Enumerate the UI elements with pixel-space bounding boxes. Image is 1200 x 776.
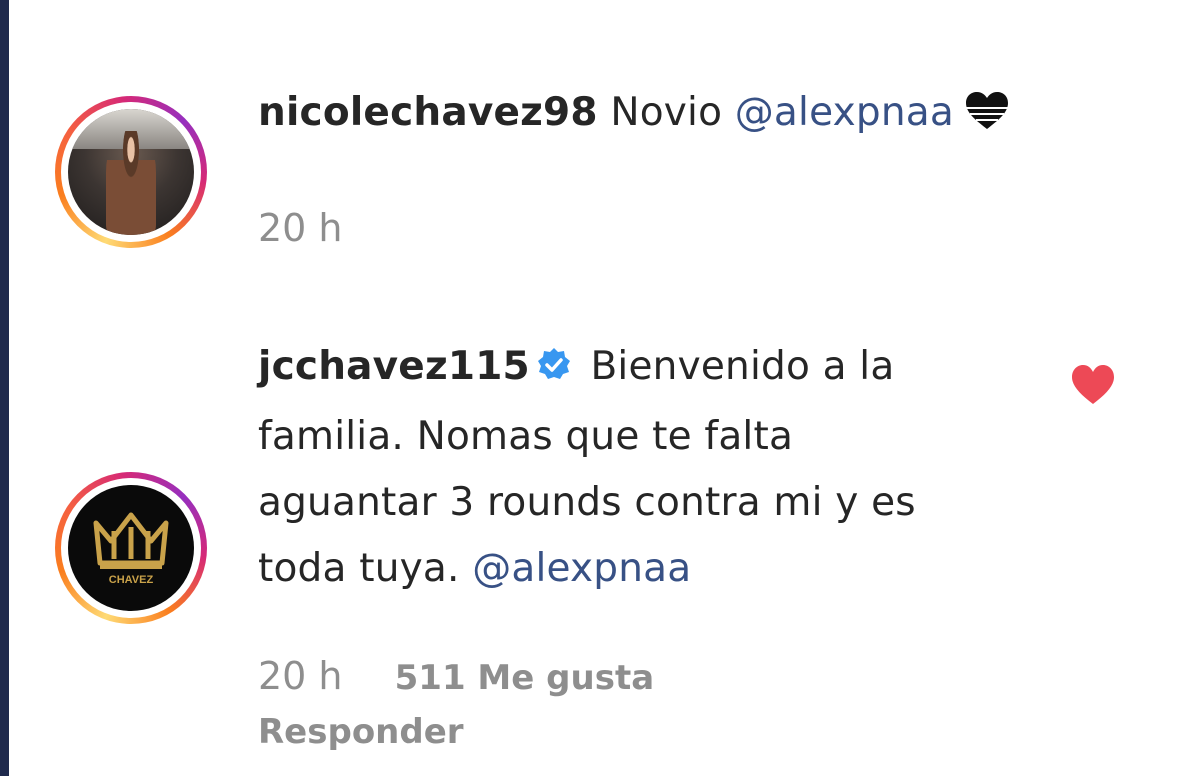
comment-2-likes[interactable]: 511 Me gusta <box>395 658 655 698</box>
comment-1-body: nicolechavez98 Novio @alexpnaa <box>258 80 1010 152</box>
avatar-nicolechavez98[interactable] <box>55 96 207 248</box>
avatar-jcchavez115[interactable]: CHAVEZ <box>55 472 207 624</box>
comment-1-time[interactable]: 20 h <box>258 206 343 250</box>
black-heart-icon <box>964 86 1010 152</box>
comment-1-text: Novio <box>597 90 735 135</box>
comment-1-meta: 20 h <box>258 206 343 250</box>
like-heart-icon[interactable] <box>1070 364 1116 410</box>
window-left-border <box>0 0 9 776</box>
comment-2-meta: 20 h 511 Me gusta <box>258 654 654 698</box>
logo-text: CHAVEZ <box>109 574 154 586</box>
comment-2-time[interactable]: 20 h <box>258 654 343 698</box>
comment-1-mention[interactable]: @alexpnaa <box>735 90 954 135</box>
crown-logo-icon: CHAVEZ <box>93 512 169 586</box>
comment-2-username[interactable]: jcchavez115 <box>258 344 530 389</box>
verified-badge-icon <box>536 338 572 404</box>
profile-photo <box>68 109 194 235</box>
profile-logo: CHAVEZ <box>68 485 194 611</box>
comment-2-mention[interactable]: @alexpnaa <box>472 546 691 591</box>
reply-button[interactable]: Responder <box>258 712 464 752</box>
comment-2-text-line-3: aguantar 3 rounds contra mi y es <box>258 480 916 525</box>
comment-1-username[interactable]: nicolechavez98 <box>258 90 598 135</box>
comment-2-body: jcchavez115 Bienvenido a la familia. Nom… <box>258 334 1038 602</box>
comment-2-text-line-4: toda tuya. <box>258 546 473 591</box>
comment-2-text-line-1: Bienvenido a la <box>577 344 895 389</box>
comment-2-text-line-2: familia. Nomas que te falta <box>258 414 794 459</box>
